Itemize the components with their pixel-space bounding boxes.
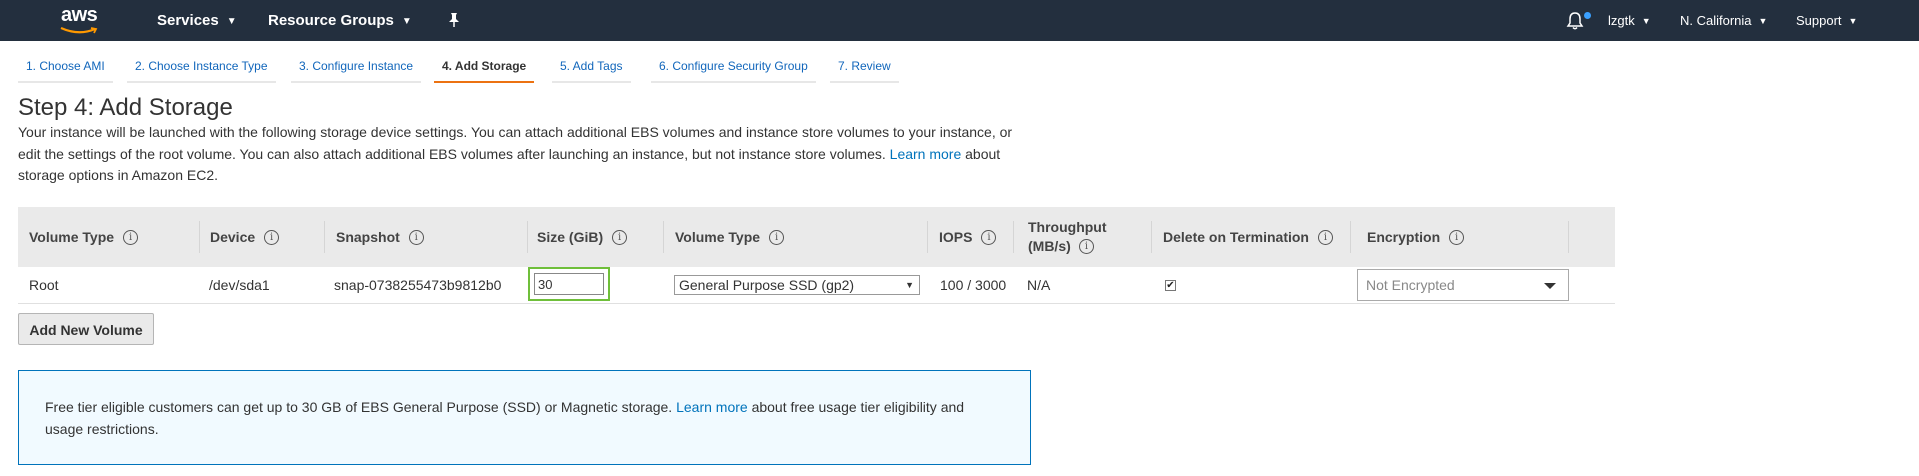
info-icon[interactable]: i (769, 229, 785, 245)
tab-choose-ami[interactable]: 1. Choose AMI (18, 55, 113, 83)
info-icon[interactable]: i (408, 229, 424, 245)
chevron-down-icon: ▼ (1758, 16, 1768, 26)
info-icon[interactable]: i (1317, 229, 1333, 245)
storage-table-header: Volume Type i Device i Snapshot i Size (GiB… (18, 207, 1615, 267)
chevron-down-icon: ▼ (1641, 16, 1651, 26)
region-menu[interactable]: N. California ▼ (1680, 0, 1767, 41)
resource-groups-label: Resource Groups (268, 12, 394, 29)
region-label: N. California (1680, 13, 1752, 28)
info-icon[interactable]: i (123, 229, 139, 245)
col-size: Size (GiB) i (537, 207, 628, 267)
col-iops-label: IOPS (939, 229, 973, 245)
col-snapshot: Snapshot i (336, 207, 424, 267)
pin-icon[interactable] (447, 12, 461, 28)
info-icon[interactable]: i (1449, 229, 1465, 245)
tab-configure-security-group[interactable]: 6. Configure Security Group (651, 55, 816, 83)
learn-more-link[interactable]: Learn more (890, 146, 962, 162)
page-title: Step 4: Add Storage (18, 94, 233, 121)
add-new-volume-button[interactable]: Add New Volume (18, 313, 154, 345)
aws-logo-text: aws (61, 4, 98, 26)
chevron-down-icon: ▼ (226, 16, 237, 27)
support-menu[interactable]: Support ▼ (1796, 0, 1857, 41)
aws-logo-icon[interactable]: aws (56, 4, 108, 36)
size-input[interactable] (534, 273, 604, 295)
description-text: Your instance will be launched with the … (18, 124, 1013, 162)
user-label: lzgtk (1608, 13, 1635, 28)
notification-badge (1584, 12, 1591, 19)
col-snapshot-label: Snapshot (336, 229, 400, 245)
col-delete-label: Delete on Termination (1163, 229, 1309, 245)
chevron-down-icon: ▼ (905, 280, 914, 290)
volume-type-select[interactable]: General Purpose SSD (gp2) ▼ (674, 275, 920, 295)
encryption-select[interactable]: Not Encrypted (1357, 269, 1569, 301)
cell-device: /dev/sda1 (209, 277, 270, 293)
col-volume-type-label: Volume Type (29, 229, 115, 245)
cell-volume-type: Root (29, 277, 59, 293)
col-encryption: Encryption i (1367, 207, 1465, 267)
tab-choose-instance-type[interactable]: 2. Choose Instance Type (127, 55, 276, 83)
chevron-down-icon: ▼ (1848, 16, 1858, 26)
free-tier-learn-more-link[interactable]: Learn more (676, 399, 748, 415)
bell-icon[interactable] (1565, 11, 1585, 31)
tab-add-tags[interactable]: 5. Add Tags (552, 55, 631, 83)
chevron-down-icon: ▼ (401, 16, 412, 27)
tab-add-storage[interactable]: 4. Add Storage (434, 55, 535, 83)
col-volume-type-select-label: Volume Type (675, 229, 761, 245)
top-navigation-bar: aws Services ▼ Resource Groups ▼ lzgtk ▼ N.… (0, 0, 1919, 41)
cell-snapshot: snap-0738255473b9812b0 (334, 277, 502, 293)
encryption-select-value: Not Encrypted (1366, 277, 1455, 293)
volume-type-select-value: General Purpose SSD (gp2) (679, 277, 855, 293)
cell-throughput: N/A (1027, 277, 1051, 293)
user-menu[interactable]: lzgtk ▼ (1608, 0, 1651, 41)
support-label: Support (1796, 13, 1842, 28)
info-icon[interactable]: i (264, 229, 280, 245)
tab-review[interactable]: 7. Review (830, 55, 899, 83)
info-icon[interactable]: i (1079, 239, 1094, 254)
col-device: Device i (210, 207, 280, 267)
col-delete-on-termination: Delete on Termination i (1163, 207, 1333, 267)
size-input-highlight (528, 267, 610, 301)
col-volume-type: Volume Type i (29, 207, 139, 267)
col-encryption-label: Encryption (1367, 229, 1441, 245)
col-device-label: Device (210, 229, 256, 245)
services-menu[interactable]: Services ▼ (157, 0, 237, 41)
col-volume-type-select: Volume Type i (675, 207, 785, 267)
info-icon[interactable]: i (612, 229, 628, 245)
col-iops: IOPS i (939, 207, 997, 267)
col-throughput-label: Throughput (MB/s) (1028, 219, 1107, 254)
free-tier-info-text: Free tier eligible customers can get up … (45, 397, 995, 440)
free-tier-info-box: Free tier eligible customers can get up … (18, 370, 1031, 465)
delete-on-termination-checkbox[interactable]: ✔ (1165, 280, 1176, 291)
cell-iops: 100 / 3000 (940, 277, 1007, 293)
chevron-down-icon (1544, 283, 1556, 289)
resource-groups-menu[interactable]: Resource Groups ▼ (268, 0, 412, 41)
col-size-label: Size (GiB) (537, 229, 604, 245)
page-description: Your instance will be launched with the … (18, 122, 1028, 187)
free-tier-text: Free tier eligible customers can get up … (45, 399, 673, 415)
services-label: Services (157, 12, 219, 29)
info-icon[interactable]: i (981, 229, 997, 245)
tab-configure-instance[interactable]: 3. Configure Instance (291, 55, 422, 83)
col-throughput: Throughput (MB/s) (1028, 207, 1128, 267)
